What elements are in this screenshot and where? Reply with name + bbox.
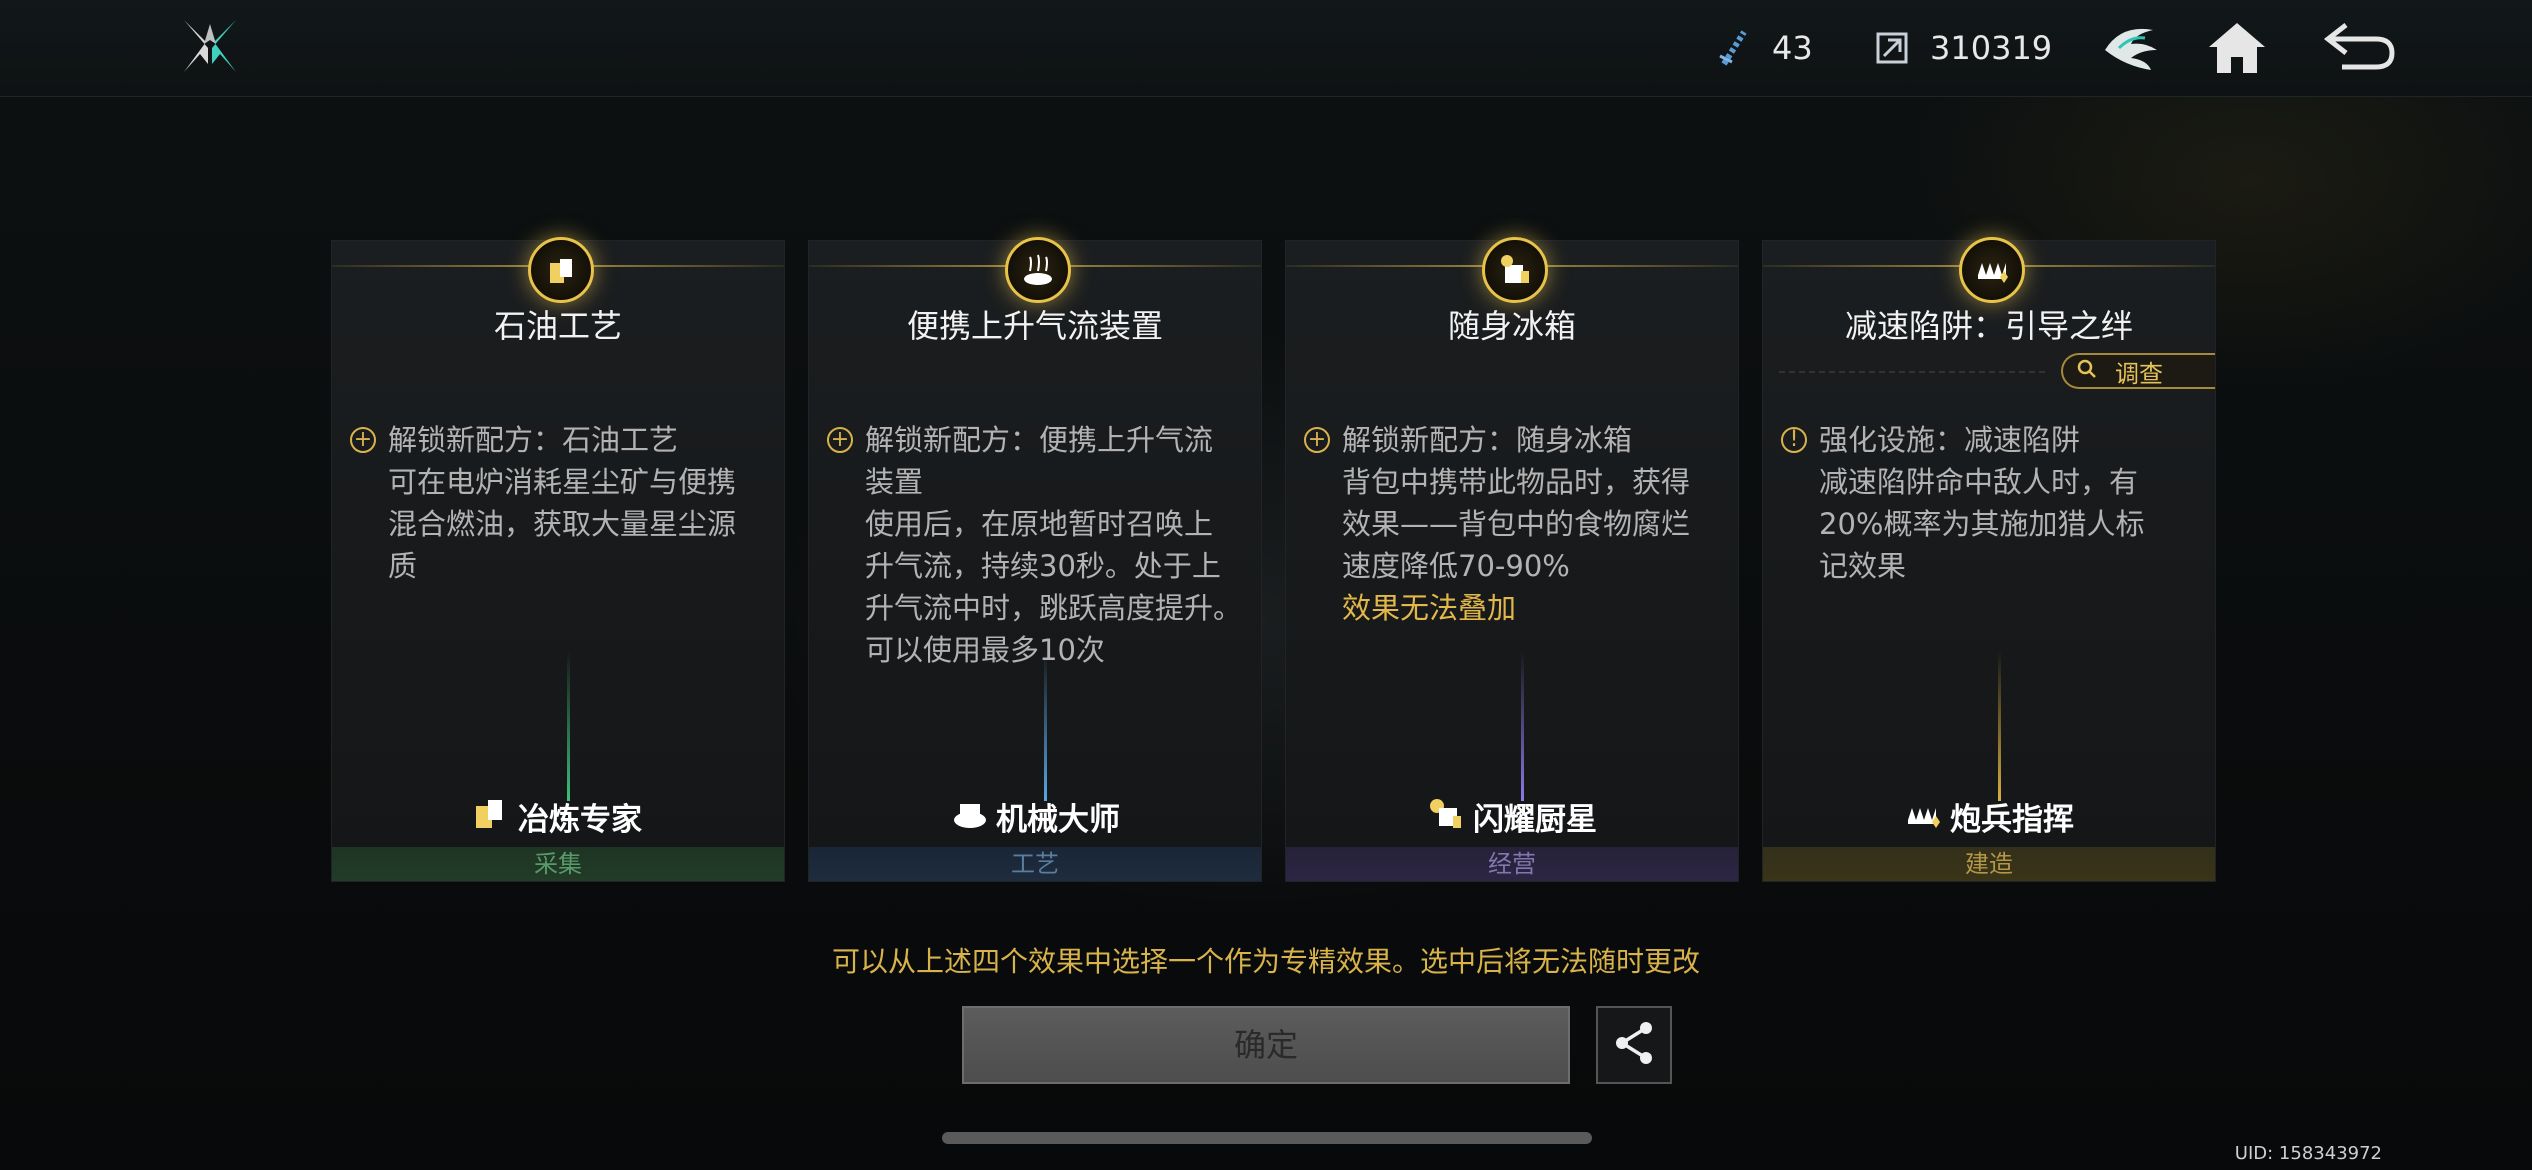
glow-beam — [1521, 651, 1524, 801]
profession-name: 机械大师 — [996, 802, 1120, 838]
artillery-icon — [1904, 796, 1944, 838]
desc-line: 速度降低70-90% — [1342, 549, 1570, 583]
investigate-button[interactable]: 调查 — [2061, 353, 2215, 389]
chef-icon — [1427, 796, 1467, 838]
category-tag: 建造 — [1763, 847, 2215, 881]
smelter-icon — [474, 796, 512, 838]
desc-line: 强化设施：减速陷阱 — [1819, 423, 2081, 457]
mechanic-icon — [950, 796, 990, 838]
unlock-icon: + — [350, 427, 376, 453]
currency-count: 310319 — [1930, 29, 2053, 67]
resource-crystal: 43 — [1714, 24, 1813, 72]
desc-line: 减速陷阱命中敌人时，有 — [1819, 465, 2139, 499]
card-title: 减速陷阱：引导之绊 — [1844, 307, 2133, 345]
search-icon — [2077, 357, 2097, 385]
desc-line: 效果——背包中的食物腐烂 — [1342, 507, 1691, 541]
fuel-can-icon — [528, 237, 594, 303]
resource-currency: 310319 — [1872, 24, 2052, 72]
desc-line: 升气流，持续30秒。处于上 — [865, 549, 1221, 583]
perk-card-updraft[interactable]: 便携上升气流装置 + 解锁新配方：便携上升气流 装置 使用后，在原地暂时召唤上 … — [808, 237, 1262, 882]
crystal-icon — [1714, 28, 1754, 68]
card-title: 便携上升气流装置 — [906, 307, 1163, 345]
desc-line: 升气流中时，跳跃高度提升。 — [865, 591, 1243, 625]
upgrade-icon: ! — [1781, 427, 1807, 453]
card-description: + 解锁新配方：便携上升气流 装置 使用后，在原地暂时召唤上 升气流，持续30秒… — [827, 419, 1247, 671]
updraft-device-icon — [1005, 237, 1071, 303]
desc-line: 解锁新配方：便携上升气流 — [865, 423, 1214, 457]
glow-beam — [567, 651, 570, 801]
profession-label: 冶炼专家 — [332, 794, 784, 839]
card-description: + 解锁新配方：石油工艺 可在电炉消耗星尘矿与便携 混合燃油，获取大量星尘源 质 — [350, 419, 770, 587]
category-tag: 采集 — [332, 847, 784, 881]
perk-card-slow-trap[interactable]: 减速陷阱：引导之绊 调查 ! 强化设施：减速陷阱 减速陷阱命中敌人时，有 20%… — [1762, 237, 2216, 882]
profession-label: 闪耀厨星 — [1286, 794, 1738, 839]
home-icon[interactable] — [2204, 14, 2270, 80]
currency-icon — [1872, 28, 1912, 68]
crystal-count: 43 — [1772, 29, 1813, 67]
card-title: 随身冰箱 — [1447, 307, 1576, 345]
desc-line: 背包中携带此物品时，获得 — [1342, 465, 1691, 499]
cooler-icon — [1482, 237, 1548, 303]
desc-line: 记效果 — [1819, 549, 1907, 583]
desc-line: 可以使用最多10次 — [865, 633, 1105, 667]
profession-name: 闪耀厨星 — [1473, 802, 1597, 838]
unlock-icon: + — [1304, 427, 1330, 453]
desc-line: 混合燃油，获取大量星尘源 — [388, 507, 737, 541]
game-logo-icon — [178, 14, 242, 78]
profession-name: 炮兵指挥 — [1950, 802, 2074, 838]
category-tag: 经营 — [1286, 847, 1738, 881]
investigate-label: 调查 — [2115, 359, 2163, 388]
unlock-icon: + — [827, 427, 853, 453]
home-indicator[interactable] — [942, 1132, 1592, 1144]
card-title: 石油工艺 — [493, 307, 622, 345]
desc-line: 解锁新配方：随身冰箱 — [1342, 423, 1633, 457]
trap-icon — [1959, 237, 2025, 303]
glow-beam — [1044, 651, 1047, 801]
confirm-button[interactable]: 确定 — [962, 1006, 1570, 1084]
share-button[interactable] — [1596, 1006, 1672, 1084]
desc-line: 解锁新配方：石油工艺 — [388, 423, 679, 457]
back-icon[interactable] — [2320, 14, 2400, 80]
desc-line: 20%概率为其施加猎人标 — [1819, 507, 2145, 541]
desc-line: 装置 — [865, 465, 924, 499]
warning-text: 效果无法叠加 — [1342, 591, 1517, 625]
desc-line: 质 — [388, 549, 418, 583]
profession-name: 冶炼专家 — [518, 802, 642, 838]
card-description: + 解锁新配方：随身冰箱 背包中携带此物品时，获得 效果——背包中的食物腐烂 速… — [1304, 419, 1724, 629]
perk-card-cooler[interactable]: 随身冰箱 + 解锁新配方：随身冰箱 背包中携带此物品时，获得 效果——背包中的食… — [1285, 237, 1739, 882]
card-description: ! 强化设施：减速陷阱 减速陷阱命中敌人时，有 20%概率为其施加猎人标 记效果 — [1781, 419, 2201, 587]
glow-beam — [1998, 651, 2001, 801]
desc-line: 可在电炉消耗星尘矿与便携 — [388, 465, 737, 499]
dashed-divider — [1779, 371, 2045, 373]
perk-card-petroleum[interactable]: 石油工艺 + 解锁新配方：石油工艺 可在电炉消耗星尘矿与便携 混合燃油，获取大量… — [331, 237, 785, 882]
share-icon — [1612, 1020, 1656, 1070]
category-tag: 工艺 — [809, 847, 1261, 881]
faction-icon[interactable] — [2098, 14, 2164, 80]
profession-label: 炮兵指挥 — [1763, 794, 2215, 839]
selection-hint: 可以从上述四个效果中选择一个作为专精效果。选中后将无法随时更改 — [831, 945, 1700, 978]
desc-line: 使用后，在原地暂时召唤上 — [865, 507, 1214, 541]
top-bar: 43 310319 — [0, 0, 2532, 97]
profession-label: 机械大师 — [809, 794, 1261, 839]
uid-label: UID: 158343972 — [2234, 1143, 2382, 1164]
